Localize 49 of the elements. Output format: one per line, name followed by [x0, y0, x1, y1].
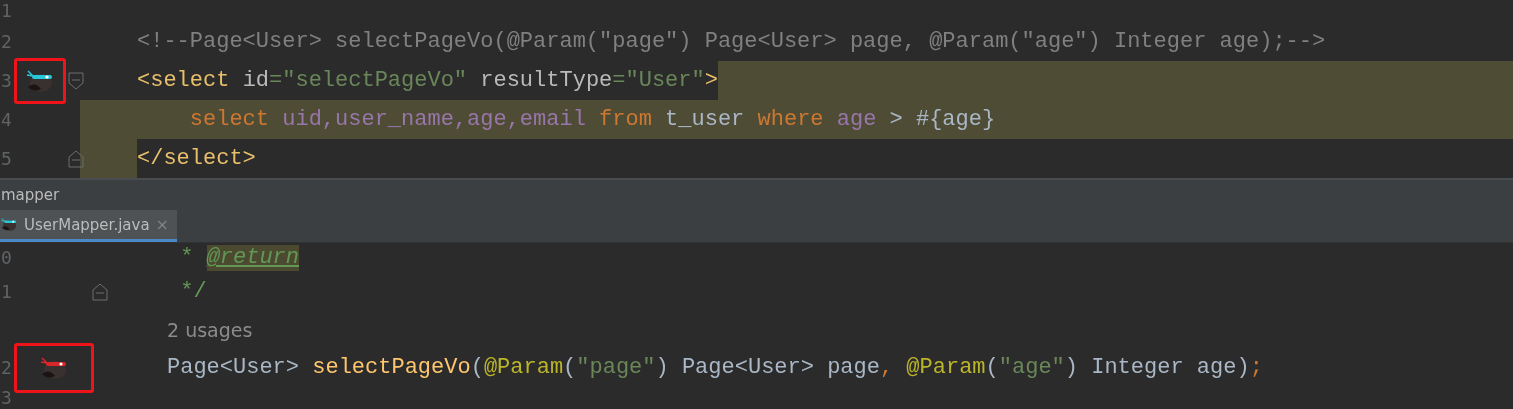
- usages-hint[interactable]: 2 usages: [167, 319, 253, 341]
- code-text: t_user: [665, 106, 746, 133]
- panel-title: mapper: [1, 186, 60, 204]
- code-text: ) Page<User> page: [655, 355, 880, 381]
- code-text: where: [757, 106, 825, 133]
- line-number: 4: [1, 108, 12, 131]
- fold-marker-icon[interactable]: [92, 283, 108, 301]
- code-text: > #{age}: [889, 106, 996, 133]
- code-text: id: [242, 67, 270, 94]
- code-text: (: [563, 355, 577, 381]
- code-text: */: [179, 279, 207, 305]
- code-text: @return: [206, 245, 300, 271]
- code-text: ) Integer age): [1064, 355, 1250, 381]
- code-text: from: [599, 106, 653, 133]
- code-text: select: [188, 106, 271, 133]
- line-number: 3: [1, 69, 12, 92]
- fold-marker-icon[interactable]: [68, 149, 84, 168]
- line-number: 2: [1, 30, 12, 53]
- code-text: "age": [998, 355, 1065, 381]
- code-text: resultType: [480, 67, 613, 94]
- code-text: @Param: [906, 355, 986, 381]
- code-text: Page<User>: [167, 355, 301, 381]
- ninja-bird-icon: [39, 356, 69, 380]
- code-text: <select: [137, 67, 231, 94]
- line-number: 1: [1, 281, 12, 303]
- code-text: age: [836, 106, 878, 133]
- line-number: 2: [1, 357, 12, 379]
- fold-marker-icon[interactable]: [68, 71, 84, 90]
- code-text: selectPageVo: [312, 355, 471, 381]
- code-text: ,: [879, 355, 895, 381]
- code-text: ;: [1249, 355, 1263, 381]
- code-text: "page": [576, 355, 656, 381]
- code-text: (: [470, 355, 484, 381]
- code-text: uid,user_name,age,email: [282, 106, 587, 133]
- code-text: <!--Page<User> selectPageVo(@Param("page") Page<User> page, @Param("age") Integer age);-->: [137, 28, 1326, 55]
- code-text: @Param: [483, 355, 564, 381]
- line-number: 5: [1, 147, 12, 170]
- line-number: 0: [1, 247, 12, 269]
- code-text: ="User": [612, 67, 705, 94]
- ninja-bird-icon: [0, 217, 18, 232]
- ninja-bird-icon: [25, 68, 55, 93]
- line-number: 1: [1, 0, 12, 22]
- code-text: >: [704, 67, 718, 94]
- code-text: </select>: [137, 145, 256, 172]
- line-number: 3: [1, 387, 12, 409]
- code-text: (: [985, 355, 999, 381]
- editor-tab[interactable]: UserMapper.java ×: [0, 210, 177, 242]
- code-text: *: [179, 245, 195, 271]
- code-text: ="selectPageVo": [269, 67, 469, 94]
